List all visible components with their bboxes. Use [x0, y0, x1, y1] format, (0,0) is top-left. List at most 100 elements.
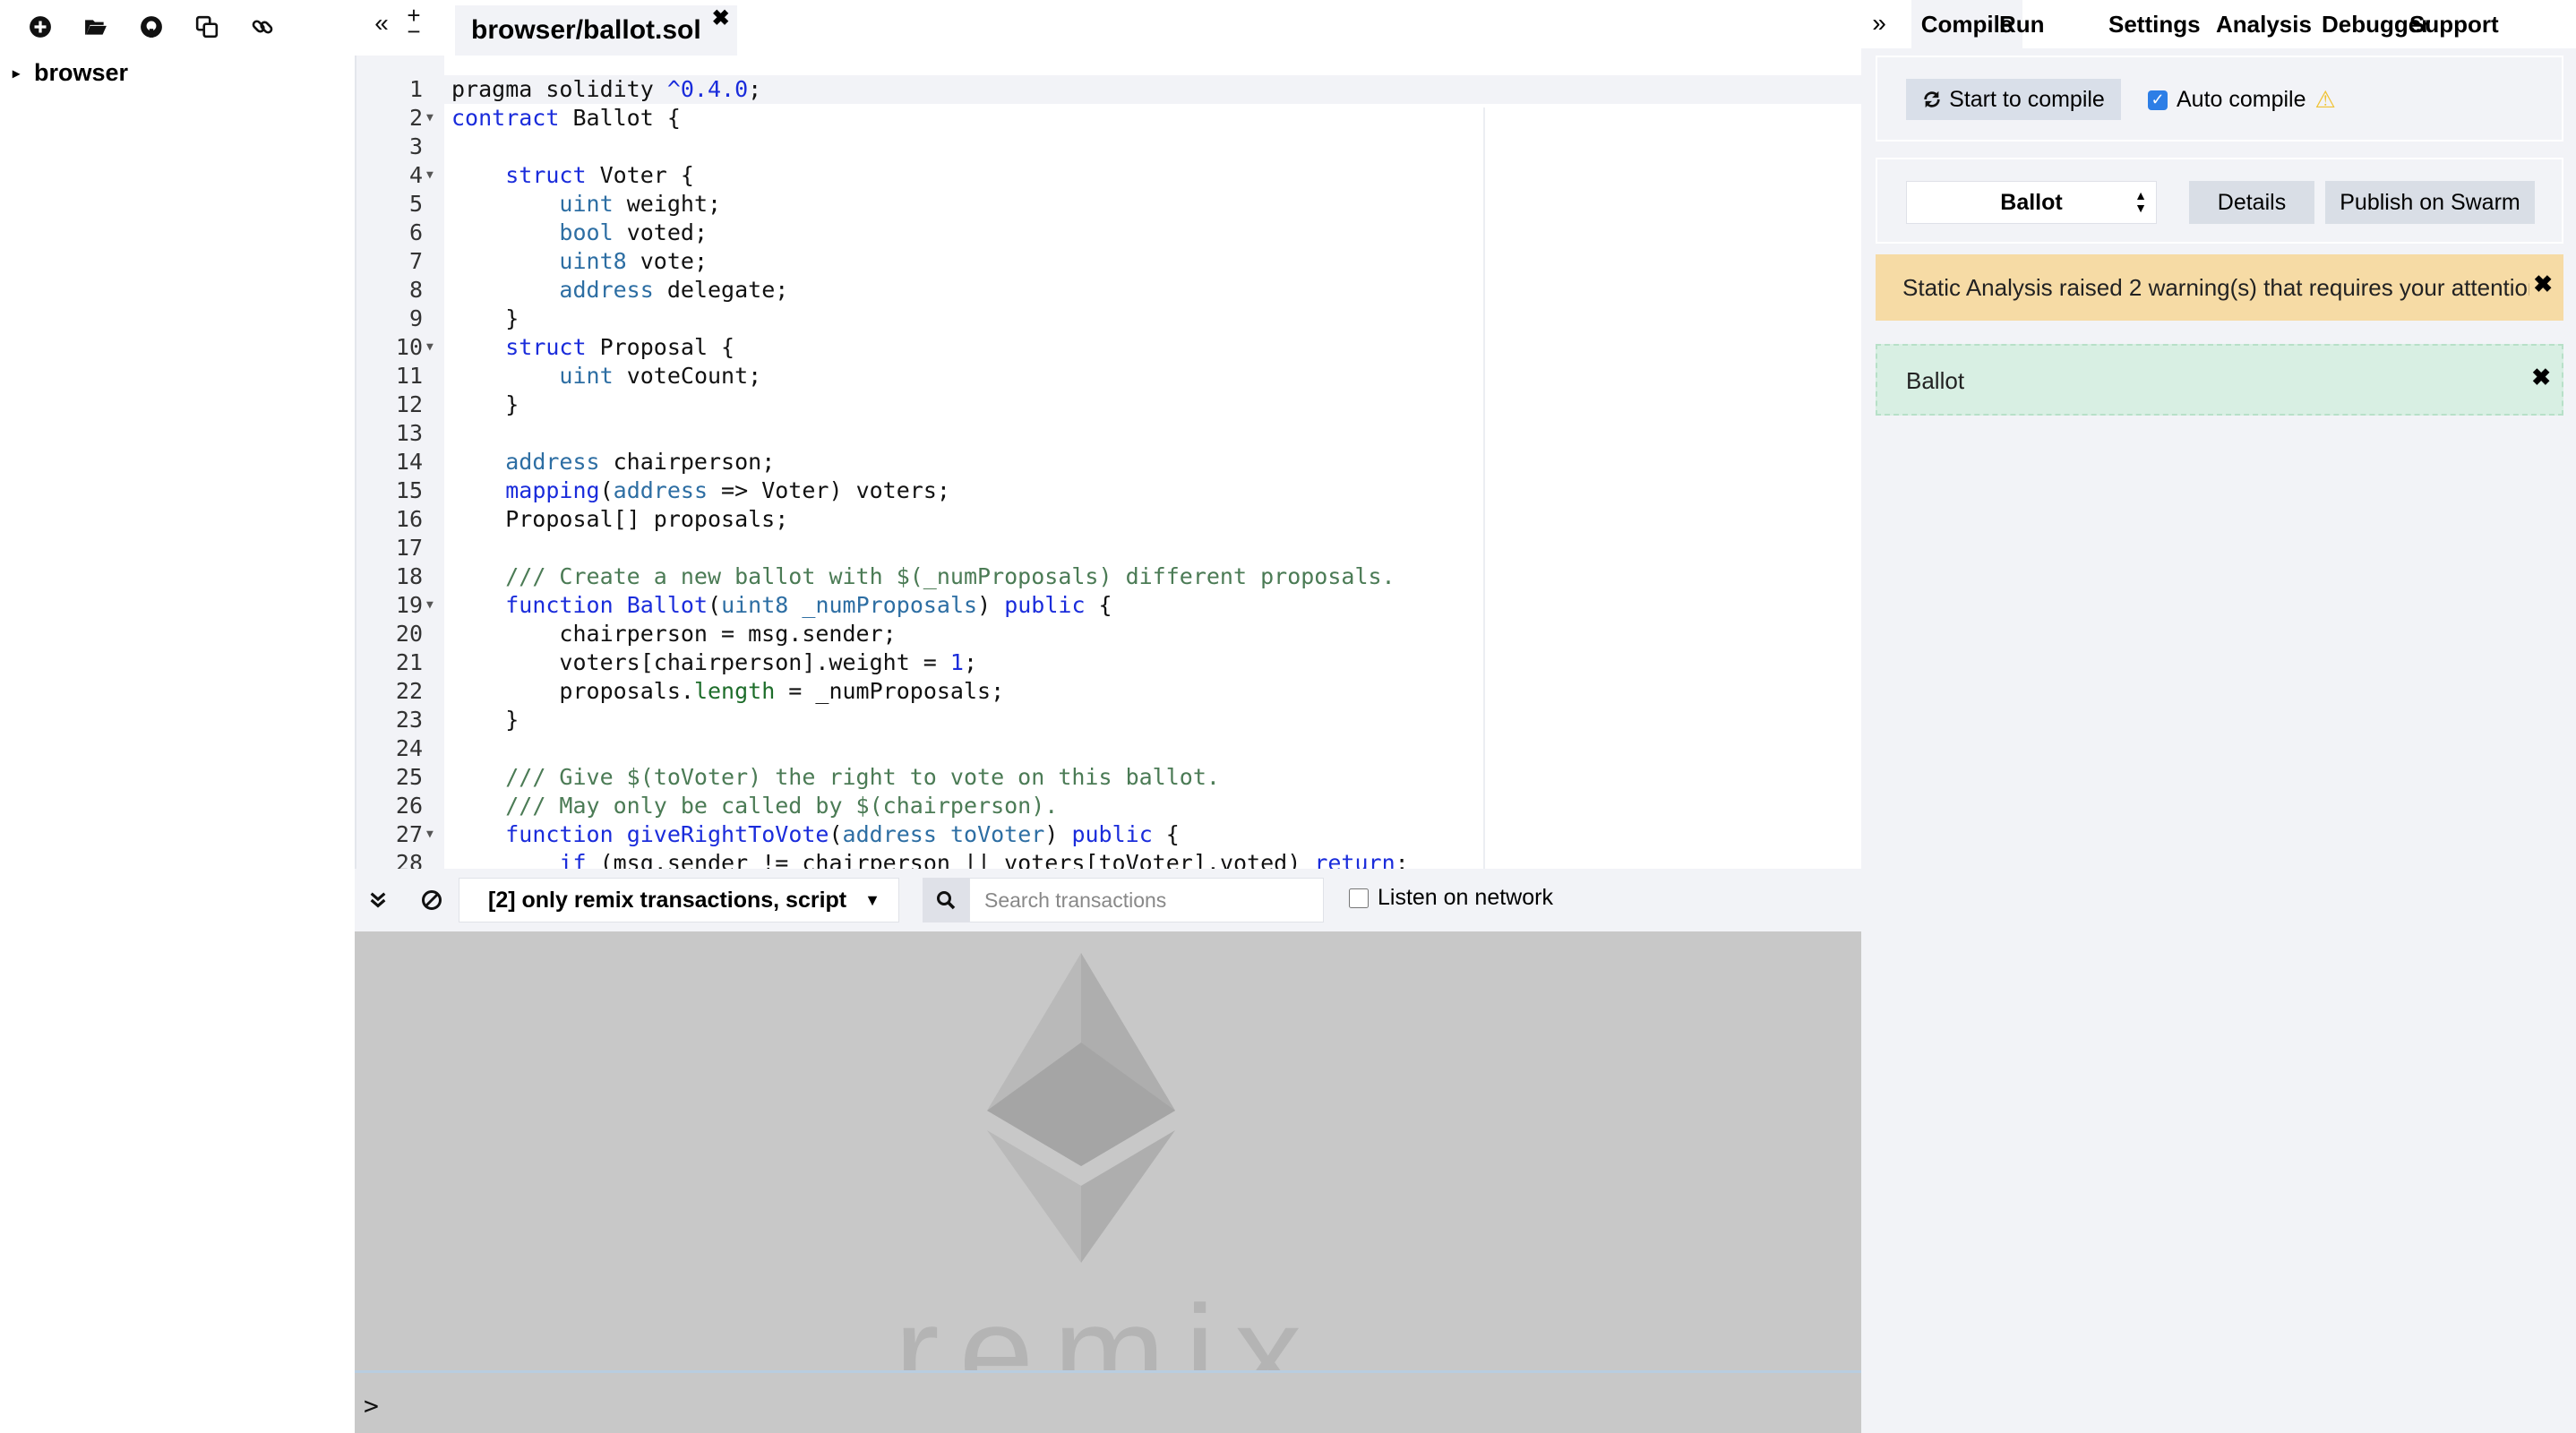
line-number: 10	[395, 334, 423, 360]
caret-right-icon[interactable]: ▸	[13, 64, 20, 82]
contract-select-value: Ballot	[2000, 189, 2063, 215]
tab-analysis[interactable]: Analysis	[2216, 0, 2312, 48]
terminal-output: remix	[355, 931, 1861, 1370]
collapse-left-panel-icon[interactable]: «	[364, 5, 399, 41]
line-number: 9	[408, 305, 423, 331]
line-number: 2	[408, 105, 423, 131]
line-number: 16	[395, 506, 423, 532]
copy-icon[interactable]	[179, 9, 235, 45]
line-number: 6	[408, 219, 423, 245]
plus-circle-icon[interactable]	[13, 9, 68, 45]
fold-arrow-icon[interactable]: ▼	[426, 104, 434, 133]
tab-support-label: Support	[2409, 10, 2499, 38]
github-icon[interactable]	[124, 9, 179, 45]
code-text: /// Give $(toVoter) the right to vote on…	[505, 764, 1220, 790]
line-number: 3	[408, 133, 423, 159]
code-text: proposals.length = _numProposals;	[451, 678, 1005, 704]
search-button[interactable]	[923, 878, 969, 922]
remix-watermark: remix	[894, 1277, 1322, 1370]
line-number: 13	[395, 420, 423, 446]
tab-run-label: Run	[1999, 10, 2045, 38]
line-number: 1	[408, 76, 423, 102]
code-text: uint8 vote;	[559, 248, 708, 274]
refresh-icon	[1924, 90, 1940, 108]
file-explorer-panel: ▸ browser	[0, 0, 355, 1433]
transaction-filter-select[interactable]: [2] only remix transactions, script ▼	[459, 878, 899, 922]
compile-card: Start to compile ✓ Auto compile ⚠	[1876, 56, 2563, 142]
line-number: 23	[395, 707, 423, 733]
link-icon[interactable]	[235, 9, 290, 45]
fold-arrow-icon[interactable]: ▼	[426, 820, 434, 849]
code-text: address chairperson;	[505, 449, 776, 475]
tab-support[interactable]: Support	[2409, 0, 2499, 48]
code-text: struct Proposal {	[505, 334, 735, 360]
contract-card: Ballot ▲ ▼ Details Publish on Swarm	[1876, 158, 2563, 244]
code-text: /// May only be called by $(chairperson)…	[505, 793, 1059, 819]
clear-console-icon[interactable]	[414, 882, 450, 918]
code-text: pragma solidity ^0.4.0;	[451, 76, 762, 102]
line-number: 11	[395, 363, 423, 389]
close-icon[interactable]: ✖	[2529, 270, 2553, 298]
listen-on-network-toggle[interactable]: Listen on network	[1349, 885, 1553, 911]
editor-tab-bar: « + − browser/ballot.sol ✖	[355, 0, 1861, 56]
file-tree-root-label: browser	[34, 59, 129, 86]
tab-run[interactable]: Run	[1999, 0, 2045, 48]
line-number: 20	[395, 621, 423, 647]
code-text: }	[451, 305, 519, 331]
search-transactions-input[interactable]	[969, 878, 1324, 922]
line-number: 8	[408, 277, 423, 303]
code-text: function giveRightToVote(address toVoter…	[505, 821, 1180, 847]
start-compile-label: Start to compile	[1949, 86, 2105, 112]
folder-open-icon[interactable]	[68, 9, 124, 45]
line-number: 7	[408, 248, 423, 274]
line-number: 26	[395, 793, 423, 819]
publish-swarm-button[interactable]: Publish on Swarm	[2325, 181, 2535, 224]
code-text: /// Create a new ballot with $(_numPropo…	[505, 563, 1395, 589]
start-compile-button[interactable]: Start to compile	[1906, 79, 2121, 120]
terminal-toolbar: [2] only remix transactions, script ▼ Li…	[355, 869, 1861, 931]
line-number: 25	[395, 764, 423, 790]
right-panel: » Compile Run Settings Analysis Debugger…	[1861, 0, 2576, 1433]
details-button[interactable]: Details	[2189, 181, 2314, 224]
code-editor[interactable]: 1 pragma solidity ^0.4.0; 2 ▼ contract Ballo…	[355, 56, 1861, 869]
code-text: Proposal[] proposals;	[451, 506, 789, 532]
select-arrows-icon: ▲ ▼	[2134, 188, 2147, 215]
line-number: 5	[408, 191, 423, 217]
code-text: }	[451, 707, 519, 733]
fold-arrow-icon[interactable]: ▼	[426, 333, 434, 362]
terminal-input-row[interactable]: >	[355, 1370, 1861, 1433]
fold-arrow-icon[interactable]: ▼	[426, 161, 434, 190]
listen-on-network-checkbox[interactable]	[1349, 888, 1369, 908]
tab-settings[interactable]: Settings	[2108, 0, 2201, 48]
code-text: uint weight;	[559, 191, 722, 217]
fold-arrow-icon[interactable]: ▼	[426, 591, 434, 620]
contract-select[interactable]: Ballot ▲ ▼	[1906, 181, 2157, 224]
code-text: contract Ballot {	[451, 105, 681, 131]
auto-compile-checkbox[interactable]: ✓	[2148, 90, 2168, 110]
close-icon[interactable]: ✖	[2531, 364, 2551, 391]
line-number: 15	[395, 477, 423, 503]
code-text: bool voted;	[559, 219, 708, 245]
code-text: voters[chairperson].weight = 1;	[451, 649, 978, 675]
auto-compile-toggle[interactable]: ✓ Auto compile ⚠	[2148, 86, 2336, 114]
line-number: 17	[395, 535, 423, 561]
collapse-right-panel-icon[interactable]: »	[1861, 5, 1897, 41]
file-tab-title: browser/ballot.sol	[471, 15, 701, 45]
line-number: 14	[395, 449, 423, 475]
listen-on-network-label: Listen on network	[1378, 885, 1553, 910]
line-number: 18	[395, 563, 423, 589]
compile-success-box[interactable]: Ballot ✖	[1876, 344, 2563, 416]
file-explorer-toolbar	[13, 9, 290, 45]
chevron-double-down-icon[interactable]	[360, 882, 396, 918]
line-number: 27	[395, 821, 423, 847]
code-text: chairperson = msg.sender;	[451, 621, 897, 647]
ethereum-logo-icon	[987, 953, 1175, 1263]
code-text: struct Voter {	[505, 162, 694, 188]
code-text: function Ballot(uint8 _numProposals) pub…	[505, 592, 1112, 618]
file-tree-root[interactable]: ▸ browser	[13, 59, 128, 87]
close-icon[interactable]: ✖	[712, 5, 730, 31]
tab-settings-label: Settings	[2108, 10, 2201, 38]
zoom-in-out-icon[interactable]: + −	[396, 4, 432, 43]
file-tab-ballot[interactable]: browser/ballot.sol ✖	[455, 5, 737, 56]
line-number: 24	[395, 735, 423, 761]
